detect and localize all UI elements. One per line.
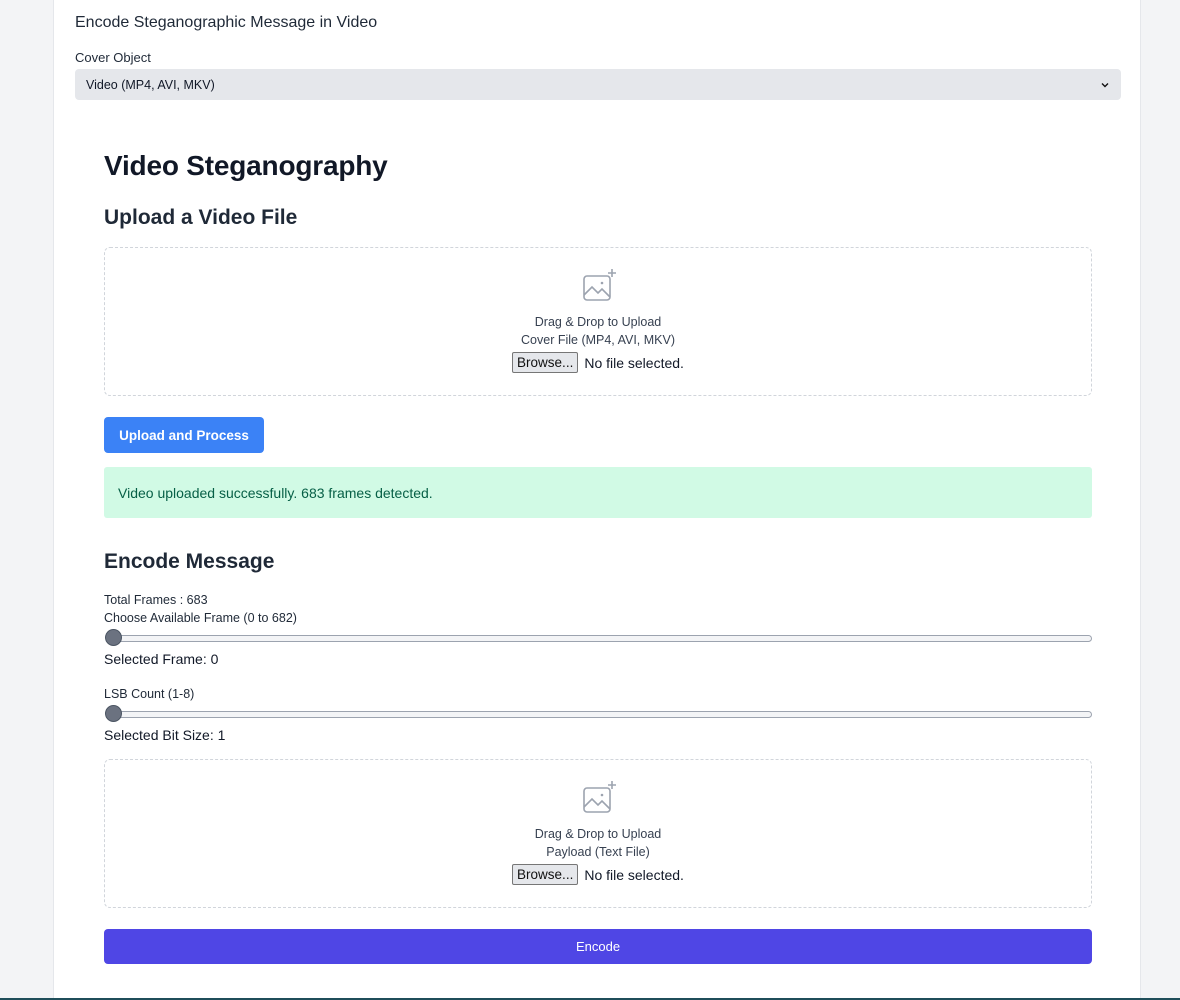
file-status: No file selected. [584, 866, 684, 883]
lsb-slider[interactable] [104, 705, 1092, 725]
success-message: Video uploaded successfully. 683 frames … [118, 484, 433, 501]
cover-dropzone[interactable]: Drag & Drop to Upload Cover File (MP4, A… [104, 247, 1092, 396]
success-alert: Video uploaded successfully. 683 frames … [104, 467, 1092, 518]
browse-button[interactable]: Browse... [512, 864, 579, 885]
encode-button[interactable]: Encode [104, 929, 1092, 964]
page-title: Encode Steganographic Message in Video [75, 14, 378, 31]
section-title: Video Steganography [104, 150, 388, 181]
frame-slider-track [106, 635, 1092, 642]
dropzone-file-types: Cover File (MP4, AVI, MKV) [521, 333, 675, 347]
frame-slider-thumb[interactable] [105, 629, 122, 646]
encode-heading: Encode Message [104, 550, 275, 573]
payload-dropzone[interactable]: Drag & Drop to Upload Payload (Text File… [104, 759, 1092, 908]
main-panel: Encode Steganographic Message in Video C… [53, 0, 1141, 1000]
upload-heading: Upload a Video File [104, 206, 298, 229]
lsb-count-label: LSB Count (1-8) [104, 687, 195, 701]
total-frames-label: Total Frames : 683 [104, 593, 208, 607]
dropzone-hint: Drag & Drop to Upload [534, 315, 662, 329]
image-add-icon [583, 781, 616, 813]
frame-slider[interactable] [104, 629, 1092, 649]
lsb-slider-track [106, 711, 1092, 718]
dropzone-hint: Drag & Drop to Upload [534, 827, 662, 841]
cover-object-value: Video (MP4, AVI, MKV) [86, 77, 215, 92]
chevron-down-icon [1101, 82, 1109, 87]
selected-bit-size-label: Selected Bit Size: 1 [104, 727, 226, 743]
lsb-slider-thumb[interactable] [105, 705, 122, 722]
file-status: No file selected. [584, 354, 684, 371]
upload-and-process-button[interactable]: Upload and Process [104, 417, 264, 453]
cover-object-select[interactable]: Video (MP4, AVI, MKV) [75, 69, 1121, 100]
image-add-icon [583, 269, 616, 301]
browse-button[interactable]: Browse... [512, 352, 579, 373]
frame-slider-label: Choose Available Frame (0 to 682) [104, 611, 297, 625]
selected-frame-label: Selected Frame: 0 [104, 651, 219, 667]
dropzone-file-types: Payload (Text File) [546, 845, 650, 859]
cover-object-label: Cover Object [75, 50, 151, 65]
